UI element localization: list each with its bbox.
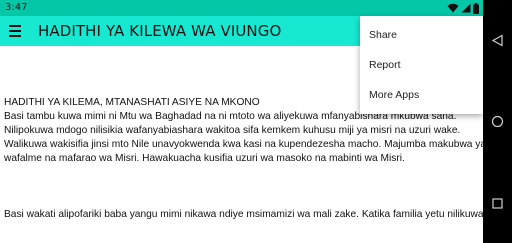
story-line: Basi wakati alipofariki baba yangu mimi … bbox=[4, 209, 483, 220]
overflow-menu: Share Report More Apps bbox=[360, 16, 483, 114]
status-time: 3:47 bbox=[5, 2, 28, 13]
signal-icon bbox=[461, 3, 471, 13]
back-icon[interactable] bbox=[491, 34, 504, 47]
battery-icon bbox=[473, 2, 479, 14]
hamburger-menu-button[interactable] bbox=[9, 24, 23, 38]
status-bar: 3:47 bbox=[0, 0, 483, 16]
menu-line-icon bbox=[9, 35, 21, 37]
story-content: HADITHI YA KILEMA, MTANASHATI ASIYE NA M… bbox=[4, 96, 483, 222]
status-icons bbox=[447, 2, 479, 14]
menu-item-more-apps[interactable]: More Apps bbox=[360, 80, 483, 110]
app-title: HADITHI YA KILEWA WA VIUNGO bbox=[38, 22, 282, 40]
menu-line-icon bbox=[9, 30, 21, 32]
app-screen: 3:47 HADITHI YA KILEWA WA VIUNGO HADITHI… bbox=[0, 0, 483, 243]
menu-line-icon bbox=[9, 25, 21, 27]
recents-icon[interactable] bbox=[491, 197, 504, 210]
home-icon[interactable] bbox=[491, 115, 504, 128]
menu-item-report[interactable]: Report bbox=[360, 50, 483, 80]
story-line: Walikuwa wakisifia jinsi mto Nile unavyo… bbox=[4, 139, 483, 150]
navigation-bar bbox=[483, 0, 512, 243]
story-line: wafalme na mafarao wa Misri. Hawakuacha … bbox=[4, 153, 405, 164]
device-frame: 3:47 HADITHI YA KILEWA WA VIUNGO HADITHI… bbox=[0, 0, 512, 243]
menu-item-share[interactable]: Share bbox=[360, 20, 483, 50]
wifi-icon bbox=[447, 3, 459, 13]
story-line: Nilipokuwa mdogo nilisikia wafanyabiasha… bbox=[4, 125, 461, 136]
